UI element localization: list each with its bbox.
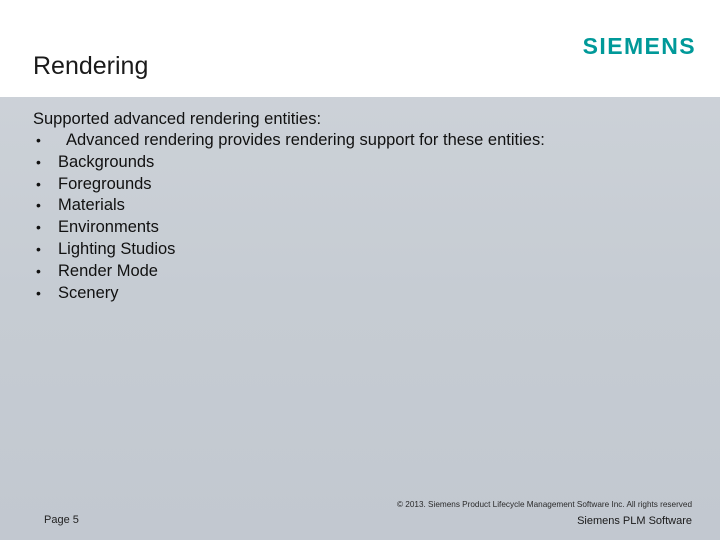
copyright-notice: © 2013. Siemens Product Lifecycle Manage… [396,500,692,509]
footer-brand: Siemens PLM Software [577,515,692,527]
list-item: • Backgrounds [33,152,693,174]
list-item: • Lighting Studios [33,239,693,261]
list-item-label: Advanced rendering provides rendering su… [66,131,545,149]
list-item: • Environments [33,217,693,239]
bullet-dot-icon: • [36,132,41,148]
bullet-dot-icon: • [36,197,41,214]
list-item-label: Lighting Studios [58,239,176,258]
bullet-list: • Advanced rendering provides rendering … [33,130,693,304]
list-item: • Foregrounds [33,174,693,196]
list-item-label: Render Mode [58,261,158,280]
list-item-label: Scenery [58,283,119,302]
slide: Rendering SIEMENS Supported advanced ren… [0,0,720,540]
bullet-dot-icon: • [36,175,41,192]
list-item-label: Materials [58,196,125,215]
bullet-dot-icon: • [36,240,41,257]
siemens-logo: SIEMENS [582,33,696,59]
bullet-dot-icon: • [36,284,41,301]
list-item: • Materials [33,195,693,217]
list-item-label: Backgrounds [58,152,155,171]
bullet-dot-icon: • [36,219,41,236]
list-item: • Render Mode [33,261,693,283]
lead-text: Supported advanced rendering entities: [33,110,322,128]
page-title: Rendering [33,52,149,80]
bullet-dot-icon: • [36,262,41,279]
bullet-dot-icon: • [36,153,41,170]
content-body: Supported advanced rendering entities: •… [33,108,693,304]
list-item: • Scenery [33,283,693,305]
list-item-label: Foregrounds [58,174,152,193]
list-item: • Advanced rendering provides rendering … [33,130,693,152]
page-number: Page 5 [44,514,79,526]
list-item-label: Environments [58,218,159,237]
